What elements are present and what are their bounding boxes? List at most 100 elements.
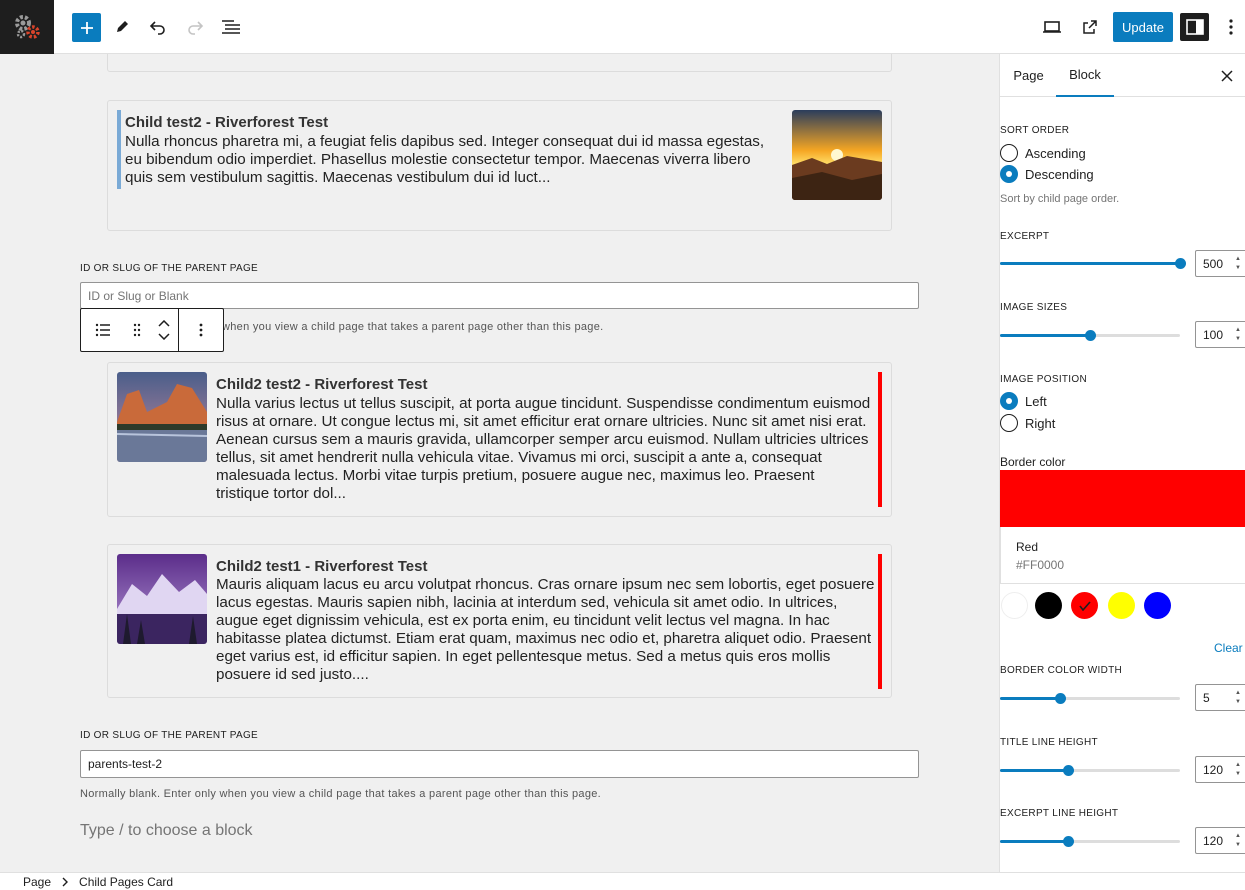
card-partial[interactable] bbox=[107, 54, 892, 72]
image-position-left-option[interactable]: Left bbox=[1000, 392, 1047, 410]
color-swatch-yellow[interactable] bbox=[1108, 592, 1135, 619]
chevron-down-icon[interactable] bbox=[157, 333, 170, 340]
card-border-accent bbox=[878, 554, 882, 689]
block-toolbar bbox=[80, 308, 224, 352]
chevron-right-icon bbox=[62, 877, 69, 886]
add-block-button[interactable] bbox=[72, 13, 101, 42]
more-vertical-icon bbox=[199, 323, 203, 337]
list-view-icon bbox=[222, 20, 240, 34]
excerpt-line-height-number-input[interactable]: 120 ▲ ▼ bbox=[1195, 827, 1245, 854]
list-bullets-icon bbox=[95, 323, 110, 337]
title-line-height-label: TITLE LINE HEIGHT bbox=[1000, 737, 1098, 748]
excerpt-label: EXCERPT bbox=[1000, 231, 1050, 242]
border-color-preview[interactable] bbox=[1000, 470, 1245, 527]
tools-button[interactable] bbox=[108, 13, 136, 41]
close-sidebar-button[interactable] bbox=[1220, 68, 1234, 87]
options-menu-button[interactable] bbox=[1217, 13, 1245, 41]
sort-order-label: SORT ORDER bbox=[1000, 125, 1070, 136]
pencil-icon bbox=[117, 21, 128, 32]
excerpt-slider[interactable] bbox=[1000, 253, 1186, 273]
excerpt-line-height-slider[interactable] bbox=[1000, 831, 1180, 851]
color-hex: #FF0000 bbox=[1016, 558, 1065, 572]
excerpt-line-height-label: EXCERPT LINE HEIGHT bbox=[1000, 808, 1119, 819]
color-swatch-blue[interactable] bbox=[1144, 592, 1171, 619]
image-sizes-slider[interactable] bbox=[1000, 325, 1180, 345]
card-accent-bar bbox=[117, 110, 121, 189]
image-sizes-number-input[interactable]: 100 ▲ ▼ bbox=[1195, 321, 1245, 348]
image-sizes-label: IMAGE SIZES bbox=[1000, 302, 1068, 313]
checkmark-icon bbox=[1078, 600, 1091, 611]
image-position-label: IMAGE POSITION bbox=[1000, 374, 1087, 385]
sort-ascending-option[interactable]: Ascending bbox=[1000, 144, 1086, 162]
child-page-card[interactable]: Child2 test2 - Riverforest Test Nulla va… bbox=[107, 362, 892, 517]
radio-button-checked[interactable] bbox=[1000, 392, 1018, 410]
radio-button-checked[interactable] bbox=[1000, 165, 1018, 183]
breadcrumb-item[interactable]: Child Pages Card bbox=[79, 875, 173, 889]
border-width-label: BORDER COLOR WIDTH bbox=[1000, 665, 1123, 676]
radio-label: Ascending bbox=[1025, 145, 1086, 161]
update-button[interactable]: Update bbox=[1113, 12, 1173, 42]
move-buttons bbox=[149, 309, 179, 351]
card-thumbnail-sunset bbox=[792, 110, 882, 200]
clear-color-button[interactable]: Clear bbox=[1214, 641, 1243, 655]
preview-button[interactable] bbox=[1038, 13, 1066, 41]
color-swatch-black[interactable] bbox=[1035, 592, 1062, 619]
border-width-number-input[interactable]: 5 ▲ ▼ bbox=[1195, 684, 1245, 711]
site-logo[interactable] bbox=[0, 0, 54, 54]
view-page-button[interactable] bbox=[1076, 13, 1104, 41]
redo-button[interactable] bbox=[181, 13, 209, 41]
editor-header: Update bbox=[0, 0, 1245, 54]
card-title[interactable]: Child2 test2 - Riverforest Test bbox=[216, 376, 427, 393]
gears-logo-icon bbox=[15, 15, 40, 39]
card-title[interactable]: Child test2 - Riverforest Test bbox=[125, 114, 328, 131]
color-swatch-white[interactable] bbox=[1001, 592, 1028, 619]
sidebar-tabs: Page Block bbox=[1000, 54, 1245, 97]
child-page-card[interactable]: Child test2 - Riverforest Test Nulla rho… bbox=[107, 100, 892, 231]
radio-label: Left bbox=[1025, 393, 1047, 409]
redo-icon bbox=[188, 21, 204, 35]
block-options-button[interactable] bbox=[179, 309, 223, 351]
card-thumbnail-purple-mountains bbox=[117, 554, 207, 644]
settings-toggle-button[interactable] bbox=[1180, 13, 1209, 41]
tab-page[interactable]: Page bbox=[1006, 54, 1051, 97]
card-title[interactable]: Child2 test1 - Riverforest Test bbox=[216, 558, 427, 575]
parent-page-field-label: ID OR SLUG OF THE PARENT PAGE bbox=[80, 263, 258, 274]
image-position-right-option[interactable]: Right bbox=[1000, 414, 1055, 432]
card-thumbnail-yosemite bbox=[117, 372, 207, 462]
card-excerpt: Nulla varius lectus ut tellus suscipit, … bbox=[216, 395, 871, 503]
drag-handle-icon bbox=[133, 323, 141, 337]
document-overview-button[interactable] bbox=[217, 13, 245, 41]
card-border-accent bbox=[878, 372, 882, 507]
block-breadcrumb: Page Child Pages Card bbox=[0, 872, 1245, 890]
radio-button[interactable] bbox=[1000, 414, 1018, 432]
parent-page-value: parents-test-2 bbox=[88, 757, 163, 771]
drag-handle[interactable] bbox=[125, 309, 149, 351]
settings-sidebar: Page Block SORT ORDER Ascending Descendi… bbox=[999, 54, 1245, 872]
parent-page-field-label: ID OR SLUG OF THE PARENT PAGE bbox=[80, 730, 258, 741]
radio-button[interactable] bbox=[1000, 144, 1018, 162]
color-swatch-red[interactable] bbox=[1071, 592, 1098, 619]
title-line-height-number-input[interactable]: 120 ▲ ▼ bbox=[1195, 756, 1245, 783]
child-page-card[interactable]: Child2 test1 - Riverforest Test Mauris a… bbox=[107, 544, 892, 698]
sidebar-icon bbox=[1185, 19, 1204, 35]
chevron-up-icon[interactable] bbox=[157, 320, 170, 327]
border-width-slider[interactable] bbox=[1000, 688, 1180, 708]
close-icon bbox=[1221, 70, 1233, 82]
undo-button[interactable] bbox=[144, 13, 172, 41]
block-type-button[interactable] bbox=[81, 309, 125, 351]
radio-label: Right bbox=[1025, 415, 1056, 431]
title-line-height-slider[interactable] bbox=[1000, 760, 1180, 780]
sort-descending-option[interactable]: Descending bbox=[1000, 165, 1094, 183]
tab-block[interactable]: Block bbox=[1056, 54, 1114, 97]
excerpt-number-input[interactable]: 500 ▲ ▼ bbox=[1195, 250, 1245, 277]
more-vertical-icon bbox=[1229, 19, 1233, 35]
parent-page-help: Normally blank. Enter only when you view… bbox=[80, 788, 602, 800]
breadcrumb-item[interactable]: Page bbox=[23, 875, 51, 889]
editor-canvas[interactable]: Child test2 - Riverforest Test Nulla rho… bbox=[0, 54, 999, 872]
parent-page-input[interactable]: parents-test-2 bbox=[80, 750, 919, 778]
block-appender[interactable]: Type / to choose a block bbox=[80, 822, 253, 840]
plus-icon bbox=[80, 21, 93, 34]
card-excerpt: Mauris aliquam lacus eu arcu volutpat rh… bbox=[216, 576, 875, 684]
parent-page-input[interactable]: ID or Slug or Blank bbox=[80, 282, 919, 309]
border-color-label: Border color bbox=[1000, 455, 1066, 469]
